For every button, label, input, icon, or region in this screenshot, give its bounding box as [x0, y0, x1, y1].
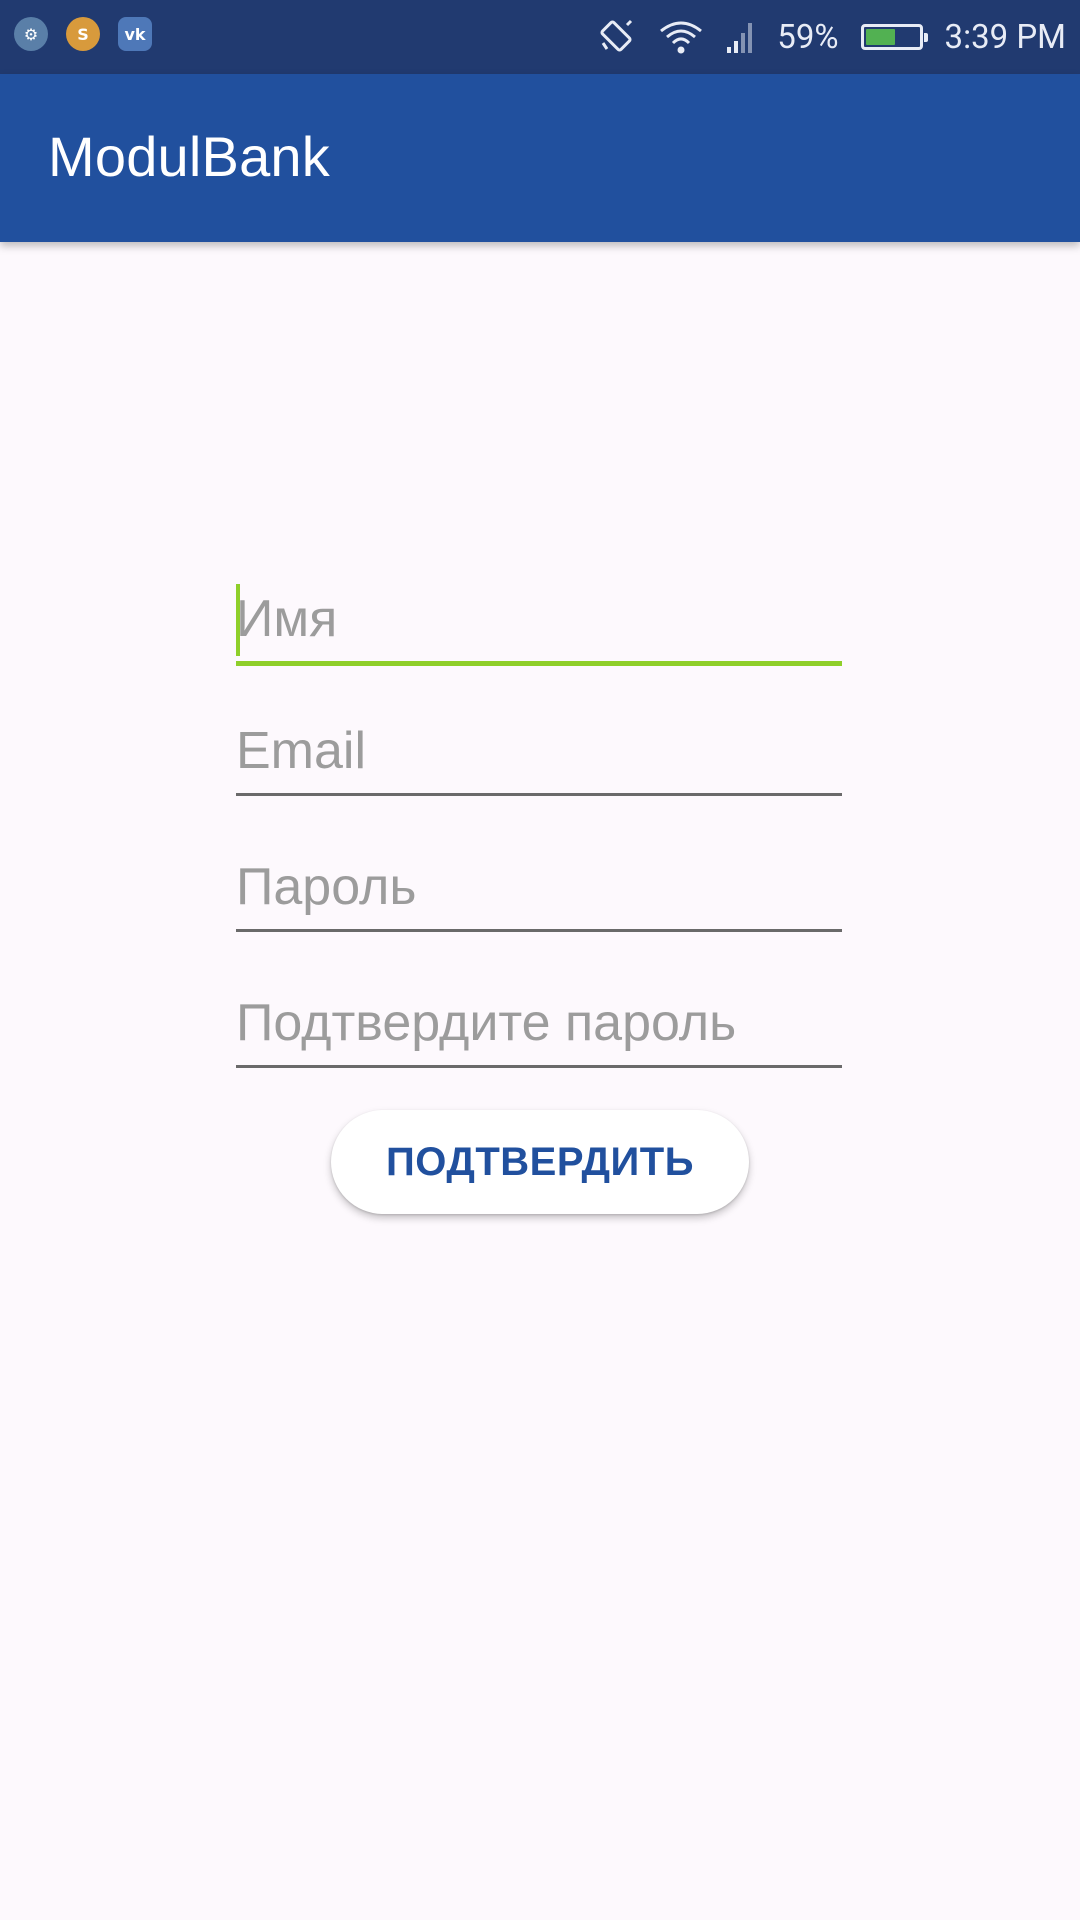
- android-icon: ⚙: [14, 17, 48, 51]
- battery-percent: 59%: [777, 17, 839, 57]
- submit-button[interactable]: ПОДТВЕРДИТЬ: [331, 1110, 749, 1214]
- app-bar: ModulBank: [0, 74, 1080, 242]
- signal-icon: [725, 19, 755, 55]
- email-input[interactable]: [236, 721, 842, 781]
- confirm-password-field[interactable]: [236, 978, 842, 1068]
- clock: 3:39 PM: [944, 17, 1066, 57]
- app-title: ModulBank: [48, 125, 330, 188]
- confirm-password-input[interactable]: [236, 993, 842, 1053]
- notification-icons: ⚙ S vk: [14, 17, 152, 51]
- name-field[interactable]: [236, 576, 842, 666]
- password-input[interactable]: [236, 857, 842, 917]
- name-input[interactable]: [236, 589, 842, 649]
- system-status: 59% 3:39 PM: [597, 0, 1066, 74]
- password-field[interactable]: [236, 842, 842, 932]
- status-bar: ⚙ S vk 59% 3:39 PM: [0, 0, 1080, 74]
- battery-level: [865, 29, 895, 45]
- wifi-icon: [659, 19, 703, 55]
- battery-icon: [860, 24, 928, 50]
- auto-rotate-icon: [597, 17, 637, 57]
- email-field[interactable]: [236, 706, 842, 796]
- vk-icon: vk: [118, 17, 152, 51]
- slides-app-icon: S: [66, 17, 100, 51]
